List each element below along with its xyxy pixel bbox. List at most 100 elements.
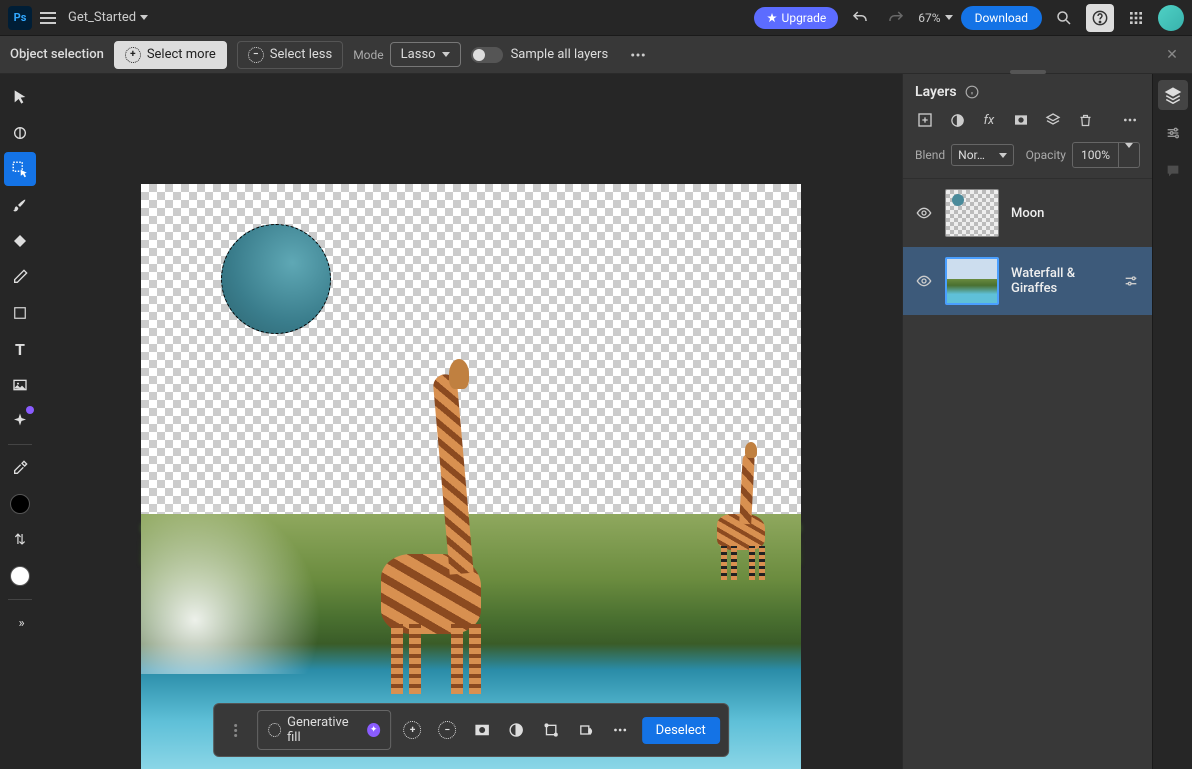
info-icon[interactable] (965, 85, 979, 99)
app-logo[interactable]: Ps (8, 6, 32, 30)
select-more-button[interactable]: + Select more (114, 41, 227, 69)
color-foreground-icon (10, 494, 30, 514)
document-name-menu[interactable]: Get_Started (68, 10, 148, 25)
move-tool[interactable] (4, 80, 36, 114)
object-selection-tool[interactable] (4, 152, 36, 186)
layers-icon (1164, 86, 1182, 104)
upgrade-button[interactable]: Upgrade (754, 7, 839, 29)
fill-button[interactable] (572, 716, 599, 744)
properties-panel-tab[interactable] (1158, 118, 1188, 148)
ai-tool[interactable] (4, 404, 36, 438)
more-actions-button[interactable] (607, 716, 634, 744)
shape-tool[interactable] (4, 296, 36, 330)
blend-label: Blend (915, 148, 945, 162)
layers-panel-tab[interactable] (1158, 80, 1188, 110)
redo-icon (887, 9, 905, 27)
user-avatar[interactable] (1158, 5, 1184, 31)
layer-name: Moon (1011, 206, 1140, 221)
redo-button[interactable] (882, 4, 910, 32)
scene-giraffe-front (361, 364, 501, 684)
fx-button[interactable]: fx (979, 110, 999, 130)
more-horizontal-icon (1122, 112, 1138, 128)
chevrons-right-icon: » (18, 616, 21, 631)
layer-properties-button[interactable] (1122, 272, 1140, 290)
delete-layer-button[interactable] (1075, 110, 1095, 130)
color-background-icon (10, 566, 30, 586)
opacity-value: 100% (1081, 148, 1110, 162)
text-icon: T (15, 340, 25, 359)
panel-menu-button[interactable] (1120, 110, 1140, 130)
layer-thumbnail[interactable] (945, 189, 999, 237)
drag-handle[interactable] (222, 716, 249, 744)
search-button[interactable] (1050, 4, 1078, 32)
eye-icon (916, 205, 932, 221)
canvas-area[interactable]: Generative fill ✦ + − Deselect (40, 74, 902, 769)
help-button[interactable] (1086, 4, 1114, 32)
transform-selection-button[interactable] (538, 716, 565, 744)
document-canvas[interactable] (141, 184, 801, 769)
blend-value: Nor… (958, 148, 985, 162)
transform-tool[interactable] (4, 116, 36, 150)
blend-mode-dropdown[interactable]: Nor… (951, 144, 1013, 166)
opacity-value-field[interactable]: 100% (1072, 142, 1119, 168)
add-selection-icon: + (125, 47, 141, 63)
panel-grip[interactable] (1010, 70, 1046, 74)
adjustment-icon (508, 722, 524, 738)
more-horizontal-icon (629, 46, 647, 64)
zoom-dropdown[interactable]: 67% (918, 11, 952, 25)
generative-fill-button[interactable]: Generative fill ✦ (257, 710, 392, 750)
more-options-button[interactable] (624, 41, 652, 69)
panel-title: Layers (915, 84, 957, 100)
visibility-toggle[interactable] (915, 204, 933, 222)
search-icon (1055, 9, 1073, 27)
close-options-button[interactable]: ✕ (1162, 45, 1182, 65)
layers-list: Moon Waterfall & Giraffes (903, 179, 1152, 769)
group-layers-button[interactable] (1043, 110, 1063, 130)
eyedropper-icon (12, 460, 28, 476)
expand-tools-button[interactable]: » (4, 606, 36, 640)
download-button[interactable]: Download (961, 6, 1042, 30)
mask-layer-button[interactable] (1011, 110, 1031, 130)
chevron-down-icon (945, 15, 953, 20)
brush-tool[interactable] (4, 188, 36, 222)
mode-value: Lasso (401, 47, 436, 62)
visibility-toggle[interactable] (915, 272, 933, 290)
undo-button[interactable] (846, 4, 874, 32)
contract-selection-button[interactable]: − (434, 716, 461, 744)
mask-button[interactable] (469, 716, 496, 744)
deselect-button[interactable]: Deselect (642, 717, 720, 744)
image-tool[interactable] (4, 368, 36, 402)
background-swatch[interactable] (4, 559, 36, 593)
mode-dropdown[interactable]: Lasso (390, 42, 461, 67)
comments-panel-tab[interactable] (1158, 156, 1188, 186)
healing-tool[interactable] (4, 224, 36, 258)
swap-colors-button[interactable]: ⇅ (4, 523, 36, 557)
opacity-dropdown-button[interactable] (1119, 142, 1140, 168)
layers-panel: Layers fx Blend Nor… Opacity 100% (902, 74, 1152, 769)
opacity-label: Opacity (1026, 148, 1066, 162)
layer-row-moon[interactable]: Moon (903, 179, 1152, 247)
hamburger-menu-icon[interactable] (40, 8, 60, 28)
apps-grid-button[interactable] (1122, 4, 1150, 32)
layer-row-waterfall[interactable]: Waterfall & Giraffes (903, 247, 1152, 315)
layer-action-bar: fx (903, 106, 1152, 138)
text-tool[interactable]: T (4, 332, 36, 366)
eyedropper-tool[interactable] (4, 451, 36, 485)
subtract-selection-icon: − (248, 47, 264, 63)
opacity-control[interactable]: 100% (1072, 142, 1140, 168)
select-less-button[interactable]: − Select less (237, 41, 343, 69)
chevron-down-icon (1125, 143, 1133, 162)
adjustment-button[interactable] (503, 716, 530, 744)
expand-selection-button[interactable]: + (399, 716, 426, 744)
ai-star-icon: ✦ (367, 723, 380, 737)
layer-thumbnail[interactable] (945, 257, 999, 305)
bandaid-icon (12, 233, 28, 249)
sample-all-toggle[interactable] (471, 47, 503, 63)
left-toolbar: T ⇅ » (0, 74, 40, 769)
adjustment-layer-button[interactable] (947, 110, 967, 130)
scene-giraffe-back (711, 444, 781, 574)
brush-icon (12, 197, 28, 213)
paint-tool[interactable] (4, 260, 36, 294)
add-layer-button[interactable] (915, 110, 935, 130)
foreground-swatch[interactable] (4, 487, 36, 521)
